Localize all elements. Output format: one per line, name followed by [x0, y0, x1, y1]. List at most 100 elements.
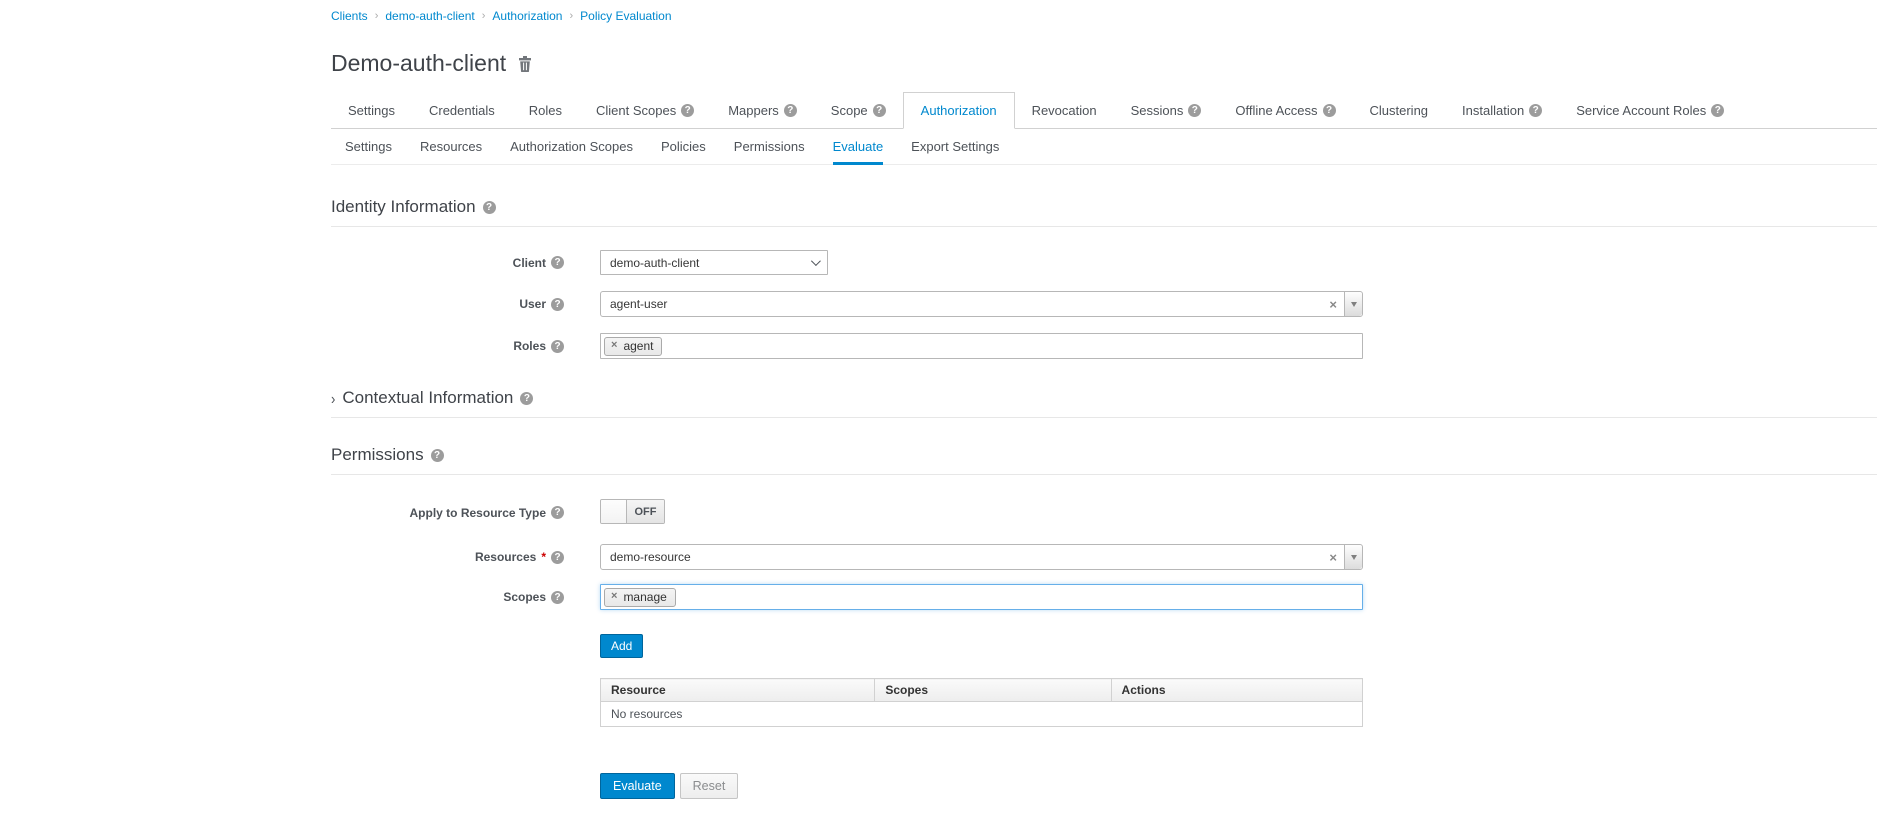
help-icon[interactable]: [681, 104, 694, 117]
tab-mappers[interactable]: Mappers: [711, 92, 814, 129]
tab-clustering[interactable]: Clustering: [1353, 92, 1446, 129]
help-icon[interactable]: [784, 104, 797, 117]
add-button[interactable]: Add: [600, 634, 643, 658]
resources-label: Resources *: [331, 550, 564, 564]
tag-remove-icon[interactable]: [611, 340, 617, 351]
form-actions: Evaluate Reset: [600, 773, 1877, 799]
help-icon[interactable]: [551, 340, 564, 353]
tab-sessions[interactable]: Sessions: [1114, 92, 1219, 129]
tab-credentials[interactable]: Credentials: [412, 92, 512, 129]
policy-evaluation-page: Clients demo-auth-client Authorization P…: [0, 0, 1895, 818]
page-title-text: Demo-auth-client: [331, 50, 506, 77]
trash-icon: [518, 56, 532, 72]
user-combobox[interactable]: agent-user: [600, 291, 1363, 317]
breadcrumb-separator-icon: [375, 10, 379, 22]
help-icon[interactable]: [873, 104, 886, 117]
help-icon[interactable]: [551, 551, 564, 564]
contextual-information-header[interactable]: Contextual Information: [331, 388, 1877, 418]
help-icon[interactable]: [1711, 104, 1724, 117]
apply-resource-type-toggle[interactable]: OFF: [600, 499, 665, 524]
subtab-evaluate[interactable]: Evaluate: [819, 129, 898, 164]
table-header-actions: Actions: [1111, 679, 1362, 702]
help-icon[interactable]: [520, 392, 533, 405]
subtab-resources[interactable]: Resources: [406, 129, 496, 164]
identity-information-header: Identity Information: [331, 197, 1877, 227]
help-icon[interactable]: [1529, 104, 1542, 117]
subtab-settings[interactable]: Settings: [331, 129, 406, 164]
breadcrumb-link-client[interactable]: demo-auth-client: [385, 9, 474, 23]
tab-roles[interactable]: Roles: [512, 92, 579, 129]
evaluate-button[interactable]: Evaluate: [600, 773, 675, 799]
table-header-row: Resource Scopes Actions: [601, 679, 1363, 702]
role-tag-label: agent: [623, 339, 653, 353]
tab-client-scopes[interactable]: Client Scopes: [579, 92, 711, 129]
resources-field-row: Resources * demo-resource: [331, 544, 1877, 570]
chevron-down-icon: [811, 256, 821, 266]
permissions-title: Permissions: [331, 445, 424, 465]
breadcrumb-separator-icon: [482, 10, 486, 22]
table-header-scopes: Scopes: [875, 679, 1111, 702]
tag-remove-icon[interactable]: [611, 591, 617, 602]
table-header-resource: Resource: [601, 679, 875, 702]
breadcrumb-separator-icon: [569, 10, 573, 22]
reset-button[interactable]: Reset: [680, 773, 739, 799]
identity-information-title: Identity Information: [331, 197, 476, 217]
subtab-export-settings[interactable]: Export Settings: [897, 129, 1013, 164]
scopes-field-row: Scopes manage: [331, 584, 1877, 610]
subtab-permissions[interactable]: Permissions: [720, 129, 819, 164]
contextual-information-title: Contextual Information: [342, 388, 513, 408]
roles-label: Roles: [331, 339, 564, 353]
resources-table: Resource Scopes Actions No resources: [600, 678, 1363, 727]
help-icon[interactable]: [1188, 104, 1201, 117]
client-field-row: Client demo-auth-client: [331, 250, 1877, 275]
role-tag: agent: [604, 337, 662, 356]
scopes-taginput[interactable]: manage: [600, 584, 1363, 610]
help-icon[interactable]: [551, 298, 564, 311]
help-icon[interactable]: [551, 256, 564, 269]
scope-tag-label: manage: [623, 590, 666, 604]
clear-icon[interactable]: [1322, 298, 1344, 311]
breadcrumb-link-policy-evaluation[interactable]: Policy Evaluation: [580, 9, 671, 23]
clear-icon[interactable]: [1322, 551, 1344, 564]
subtab-policies[interactable]: Policies: [647, 129, 720, 164]
help-icon[interactable]: [431, 449, 444, 462]
resources-combobox[interactable]: demo-resource: [600, 544, 1363, 570]
dropdown-button[interactable]: [1344, 545, 1362, 569]
user-combobox-value: agent-user: [601, 297, 1322, 311]
client-select[interactable]: demo-auth-client: [600, 250, 828, 275]
tab-revocation[interactable]: Revocation: [1015, 92, 1114, 129]
apply-resource-type-label: Apply to Resource Type: [331, 506, 564, 520]
no-resources-text: No resources: [601, 702, 1363, 727]
required-asterisk: *: [541, 550, 546, 564]
tab-authorization[interactable]: Authorization: [903, 92, 1015, 129]
tab-offline-access[interactable]: Offline Access: [1218, 92, 1352, 129]
caret-down-icon: [1351, 302, 1357, 307]
toggle-state-label: OFF: [627, 500, 664, 523]
authorization-subtabs: Settings Resources Authorization Scopes …: [331, 129, 1877, 165]
chevron-right-icon: [331, 391, 335, 406]
no-resources-row: No resources: [601, 702, 1363, 727]
client-label: Client: [331, 256, 564, 270]
tab-service-account-roles[interactable]: Service Account Roles: [1559, 92, 1741, 129]
client-tabs: Settings Credentials Roles Client Scopes…: [331, 92, 1877, 129]
help-icon[interactable]: [483, 201, 496, 214]
page-title: Demo-auth-client: [331, 50, 1877, 77]
resources-combobox-value: demo-resource: [601, 550, 1322, 564]
tab-settings[interactable]: Settings: [331, 92, 412, 129]
apply-resource-type-row: Apply to Resource Type OFF: [331, 499, 1877, 526]
scopes-label: Scopes: [331, 590, 564, 604]
roles-taginput[interactable]: agent: [600, 333, 1363, 359]
toggle-handle: [601, 500, 627, 523]
subtab-authorization-scopes[interactable]: Authorization Scopes: [496, 129, 647, 164]
delete-client-button[interactable]: [518, 56, 532, 72]
help-icon[interactable]: [551, 506, 564, 519]
dropdown-button[interactable]: [1344, 292, 1362, 316]
breadcrumb-link-clients[interactable]: Clients: [331, 9, 368, 23]
breadcrumb-link-authorization[interactable]: Authorization: [492, 9, 562, 23]
client-select-value: demo-auth-client: [610, 256, 699, 270]
help-icon[interactable]: [1323, 104, 1336, 117]
tab-scope[interactable]: Scope: [814, 92, 903, 129]
tab-installation[interactable]: Installation: [1445, 92, 1559, 129]
scope-tag: manage: [604, 588, 676, 607]
help-icon[interactable]: [551, 591, 564, 604]
